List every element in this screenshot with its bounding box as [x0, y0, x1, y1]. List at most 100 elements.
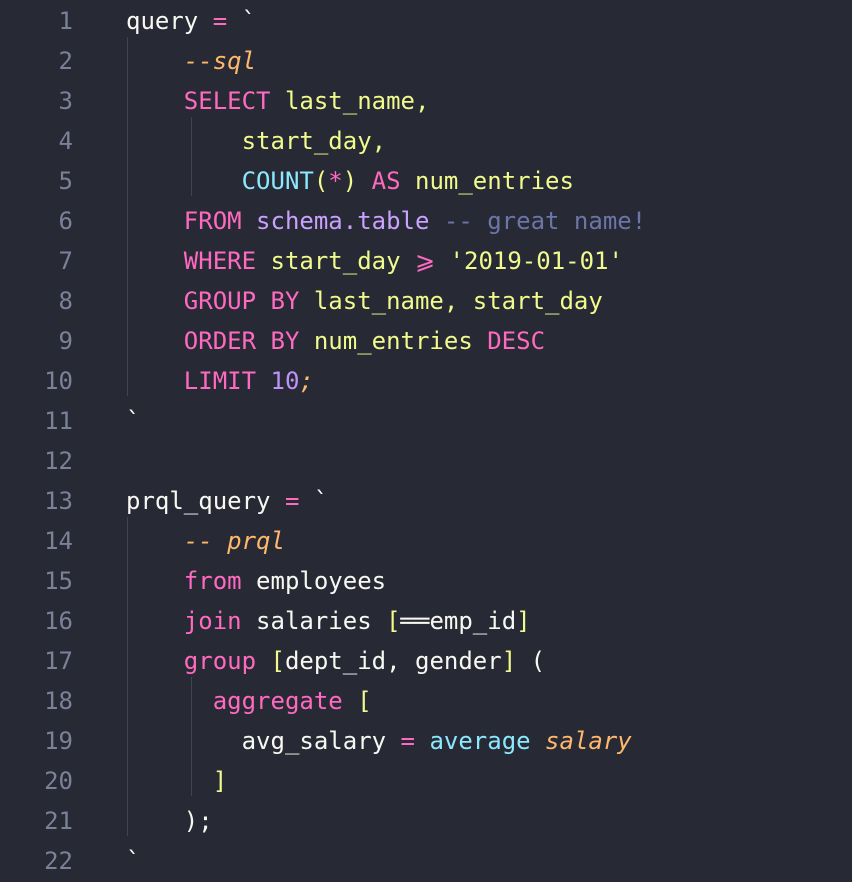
code-token: ; — [299, 367, 314, 395]
code-token: schema.table — [241, 207, 430, 235]
line-number: 11 — [44, 407, 73, 435]
code-token: 10 — [256, 367, 300, 395]
line-number: 8 — [58, 287, 73, 315]
line-number: 19 — [44, 727, 73, 755]
code-token: ORDER BY — [183, 327, 300, 355]
code-token: ( — [313, 167, 329, 195]
code-token: average — [415, 727, 531, 755]
code-line[interactable]: 22 ` — [0, 841, 852, 881]
code-token: = — [284, 487, 300, 515]
code-text: group [dept_id, gender] ( — [126, 641, 545, 681]
code-token: salaries — [241, 607, 387, 635]
code-text: --sql — [126, 41, 256, 81]
code-token: = — [212, 7, 228, 35]
code-text: ); — [126, 801, 213, 841]
code-token: ] — [501, 647, 517, 675]
code-token: start_day, — [241, 127, 387, 155]
code-token: AS — [357, 167, 401, 195]
code-token: aggregate — [212, 687, 343, 715]
code-token: ══emp_id — [400, 607, 517, 635]
indent-guide — [191, 117, 192, 196]
code-text: ` — [126, 401, 140, 441]
code-token: employees — [241, 567, 387, 595]
code-text: ` — [126, 841, 140, 881]
code-token: ] — [212, 767, 228, 795]
code-token: [ — [256, 647, 285, 675]
code-token: ] — [516, 607, 531, 635]
line-number: 1 — [58, 7, 73, 35]
code-token: '2019-01-01' — [435, 247, 623, 275]
code-token: group — [183, 647, 257, 675]
line-number: 12 — [44, 447, 73, 475]
code-text: WHERE start_day ⩾ '2019-01-01' — [126, 241, 623, 281]
code-text: start_day, — [126, 121, 387, 161]
code-token: ) — [342, 167, 358, 195]
code-text: COUNT(*) AS num_entries — [126, 161, 574, 201]
line-number: 17 — [44, 647, 73, 675]
code-text: join salaries [══emp_id] — [126, 601, 531, 641]
code-token: = — [400, 727, 415, 755]
code-text: from employees — [126, 561, 386, 601]
code-token: ⩾ — [415, 247, 436, 275]
code-token: WHERE — [183, 247, 257, 275]
line-number: 10 — [44, 367, 73, 395]
code-token: join — [183, 607, 242, 635]
code-token: ` — [126, 847, 141, 875]
code-editor[interactable]: 1 query = ` 2 --sql 3 SELECT last_name, 4 st… — [0, 0, 852, 882]
code-text: -- prql — [126, 521, 285, 561]
code-token: avg_salary — [126, 727, 401, 755]
code-line[interactable]: 12 — [0, 441, 852, 481]
code-text: LIMIT 10; — [126, 361, 314, 401]
code-text: GROUP BY last_name, start_day — [126, 281, 603, 321]
code-token: FROM — [183, 207, 242, 235]
code-token: num_entries — [400, 167, 574, 195]
line-number: 2 — [58, 47, 73, 75]
line-number: 6 — [58, 207, 73, 235]
code-token: query — [126, 7, 213, 35]
code-text: avg_salary = average salary — [126, 721, 632, 761]
line-number: 16 — [44, 607, 73, 635]
code-text: prql_query = ` — [126, 481, 328, 521]
code-token: GROUP BY — [183, 287, 300, 315]
code-line[interactable]: 11 ` — [0, 401, 852, 441]
code-text: FROM schema.table -- great name! — [126, 201, 646, 241]
line-number: 21 — [44, 807, 73, 835]
code-token: DESC — [487, 327, 546, 355]
code-token: last_name, start_day — [299, 287, 603, 315]
line-number: 13 — [44, 487, 73, 515]
indent-guide — [127, 517, 128, 836]
code-token: start_day — [256, 247, 415, 275]
line-number: 7 — [58, 247, 73, 275]
code-token: LIMIT — [183, 367, 257, 395]
line-number: 9 — [58, 327, 73, 355]
code-text: ] — [126, 761, 227, 801]
line-number: 4 — [58, 127, 73, 155]
line-number: 18 — [44, 687, 73, 715]
line-number: 22 — [44, 847, 73, 875]
code-line[interactable]: 13 prql_query = ` — [0, 481, 852, 521]
code-token: * — [328, 167, 343, 195]
code-token: ` — [227, 7, 257, 35]
code-token: -- prql — [183, 527, 285, 555]
code-token: [ — [342, 687, 372, 715]
code-line[interactable]: 1 query = ` — [0, 1, 852, 41]
code-token: ); — [126, 807, 213, 835]
code-token: --sql — [183, 47, 257, 75]
indent-guide — [191, 677, 192, 796]
code-token: dept_id, gender — [284, 647, 502, 675]
code-text: aggregate [ — [126, 681, 372, 721]
code-token: ` — [126, 407, 141, 435]
code-token: [ — [386, 607, 401, 635]
code-token: ( — [516, 647, 546, 675]
indent-guide — [127, 37, 128, 396]
